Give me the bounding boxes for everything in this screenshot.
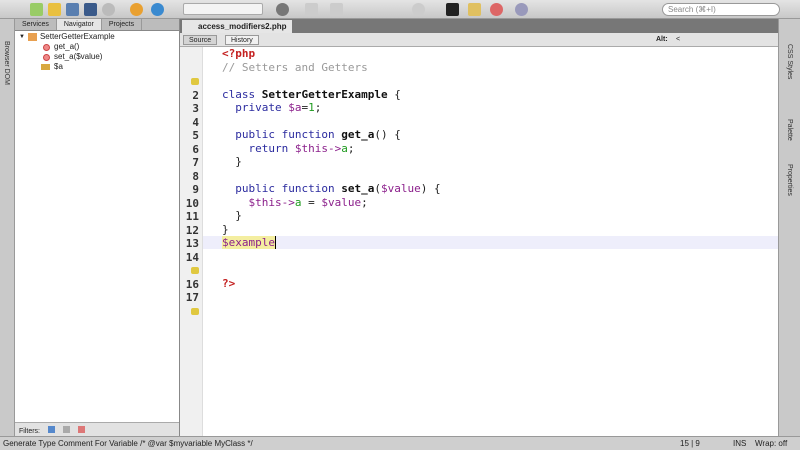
status-bar: Generate Type Comment For Variable /* @v… (0, 436, 800, 450)
undo-icon[interactable] (130, 3, 143, 16)
line-number (191, 75, 199, 88)
hint-icon[interactable] (191, 78, 199, 85)
filter-icon[interactable] (47, 426, 55, 433)
connect-icon[interactable] (515, 3, 528, 16)
code-line[interactable]: class SetterGetterExample { (222, 88, 401, 101)
status-message: Generate Type Comment For Variable /* @v… (3, 439, 253, 448)
tree-label: get_a() (54, 42, 80, 51)
line-number: 11 (185, 210, 199, 223)
line-number-gutter: 2 3 4 5 6 7 8 9 10 11 12 13 14 16 17 (180, 47, 203, 436)
cursor-position: 15 | 9 (680, 439, 700, 448)
new-file-icon[interactable] (30, 3, 43, 16)
current-line-highlight (203, 236, 778, 249)
preview-icon[interactable] (102, 3, 115, 16)
expand-icon[interactable]: ▼ (19, 32, 25, 42)
history-button[interactable]: History (225, 35, 259, 45)
navigator-panel: Services Navigator Projects ▼ SetterGette… (15, 19, 180, 436)
editor-panel: access_modifiers2.php Source History Alt… (180, 19, 778, 436)
wrap-mode: Wrap: off (755, 439, 788, 448)
insert-mode: INS (733, 439, 747, 448)
build-icon[interactable] (330, 3, 343, 16)
line-number: 2 (192, 88, 199, 102)
code-line[interactable]: public function set_a($value) { (222, 182, 440, 195)
tree-label: SetterGetterExample (39, 32, 115, 41)
code-line[interactable]: $example (222, 236, 276, 249)
line-number: 6 (192, 142, 199, 156)
code-line[interactable]: <?php (222, 47, 255, 60)
line-number: 4 (192, 115, 199, 129)
line-number: 14 (185, 250, 199, 264)
line-number: 9 (192, 183, 199, 196)
code-line[interactable]: $this->a = $value; (222, 196, 368, 209)
navigator-tree: ▼ SetterGetterExample get_a() set_a($valu… (15, 31, 179, 427)
new-project-icon[interactable] (48, 3, 61, 16)
filter-icon[interactable] (62, 426, 70, 433)
line-number (191, 264, 199, 277)
source-button[interactable]: Source (183, 35, 218, 45)
tab-services[interactable]: Services (15, 19, 57, 30)
line-number: 3 (192, 102, 199, 115)
editor-tab[interactable]: access_modifiers2.php (182, 20, 292, 33)
tree-item-method[interactable]: set_a($value) (15, 52, 179, 62)
editor-toolbar: Source History Alt: < (180, 33, 778, 47)
profile-icon[interactable] (490, 3, 503, 16)
tree-label: set_a($value) (54, 52, 103, 61)
code-line[interactable]: // Setters and Getters (222, 61, 368, 74)
search-input[interactable]: Search (⌘+I) (662, 3, 780, 16)
line-number: 7 (192, 156, 199, 169)
code-line[interactable]: return $this->a; (222, 142, 355, 155)
method-icon (43, 43, 50, 51)
field-icon (41, 64, 50, 70)
tree-item-class[interactable]: ▼ SetterGetterExample (15, 32, 179, 42)
browser-dom-tab[interactable]: Browser DOM (3, 41, 10, 85)
save-all-icon[interactable] (84, 3, 97, 16)
hint-icon[interactable] (191, 267, 199, 274)
filters-label: Filters: (19, 428, 40, 435)
terminal-icon[interactable] (446, 3, 459, 16)
code-line[interactable]: } (222, 155, 242, 168)
debug-icon[interactable] (305, 3, 318, 16)
code-line[interactable]: ?> (222, 277, 235, 290)
line-number: 5 (192, 129, 199, 142)
filter-icon[interactable] (77, 426, 85, 433)
tab-projects[interactable]: Projects (102, 19, 143, 30)
files-icon[interactable] (468, 3, 481, 16)
tab-navigator[interactable]: Navigator (56, 19, 102, 30)
stop-icon[interactable] (412, 3, 425, 16)
class-icon (27, 33, 37, 41)
configuration-select[interactable] (183, 3, 263, 15)
line-number: 8 (192, 169, 199, 183)
open-project-icon[interactable] (66, 3, 79, 16)
line-number: 10 (185, 196, 199, 210)
filters-bar: Filters: (15, 422, 179, 436)
properties-tab[interactable]: Properties (786, 164, 793, 196)
tree-item-field[interactable]: $a (15, 62, 179, 72)
right-side-strip: CSS Styles Palette Properties (778, 19, 800, 436)
tree-item-method[interactable]: get_a() (15, 42, 179, 52)
line-number: 12 (185, 223, 199, 237)
alt-value: < (676, 36, 681, 43)
main-toolbar: Search (⌘+I) (0, 0, 800, 19)
run-icon[interactable] (276, 3, 289, 16)
palette-tab[interactable]: Palette (786, 119, 793, 141)
hint-icon[interactable] (191, 307, 199, 315)
method-icon (43, 53, 50, 61)
code-line[interactable]: } (222, 209, 242, 222)
left-side-strip: Browser DOM (0, 19, 15, 436)
css-styles-tab[interactable]: CSS Styles (786, 44, 793, 79)
line-number: 17 (185, 291, 199, 304)
code-line[interactable]: } (222, 223, 229, 236)
line-number: 16 (185, 277, 199, 291)
line-number (191, 305, 199, 318)
tree-label: $a (54, 62, 63, 71)
redo-icon[interactable] (151, 3, 164, 16)
code-line[interactable]: private $a=1; (222, 101, 321, 114)
alt-label: Alt: (656, 36, 668, 43)
code-line[interactable]: public function get_a() { (222, 128, 401, 141)
line-number: 13 (185, 237, 199, 250)
